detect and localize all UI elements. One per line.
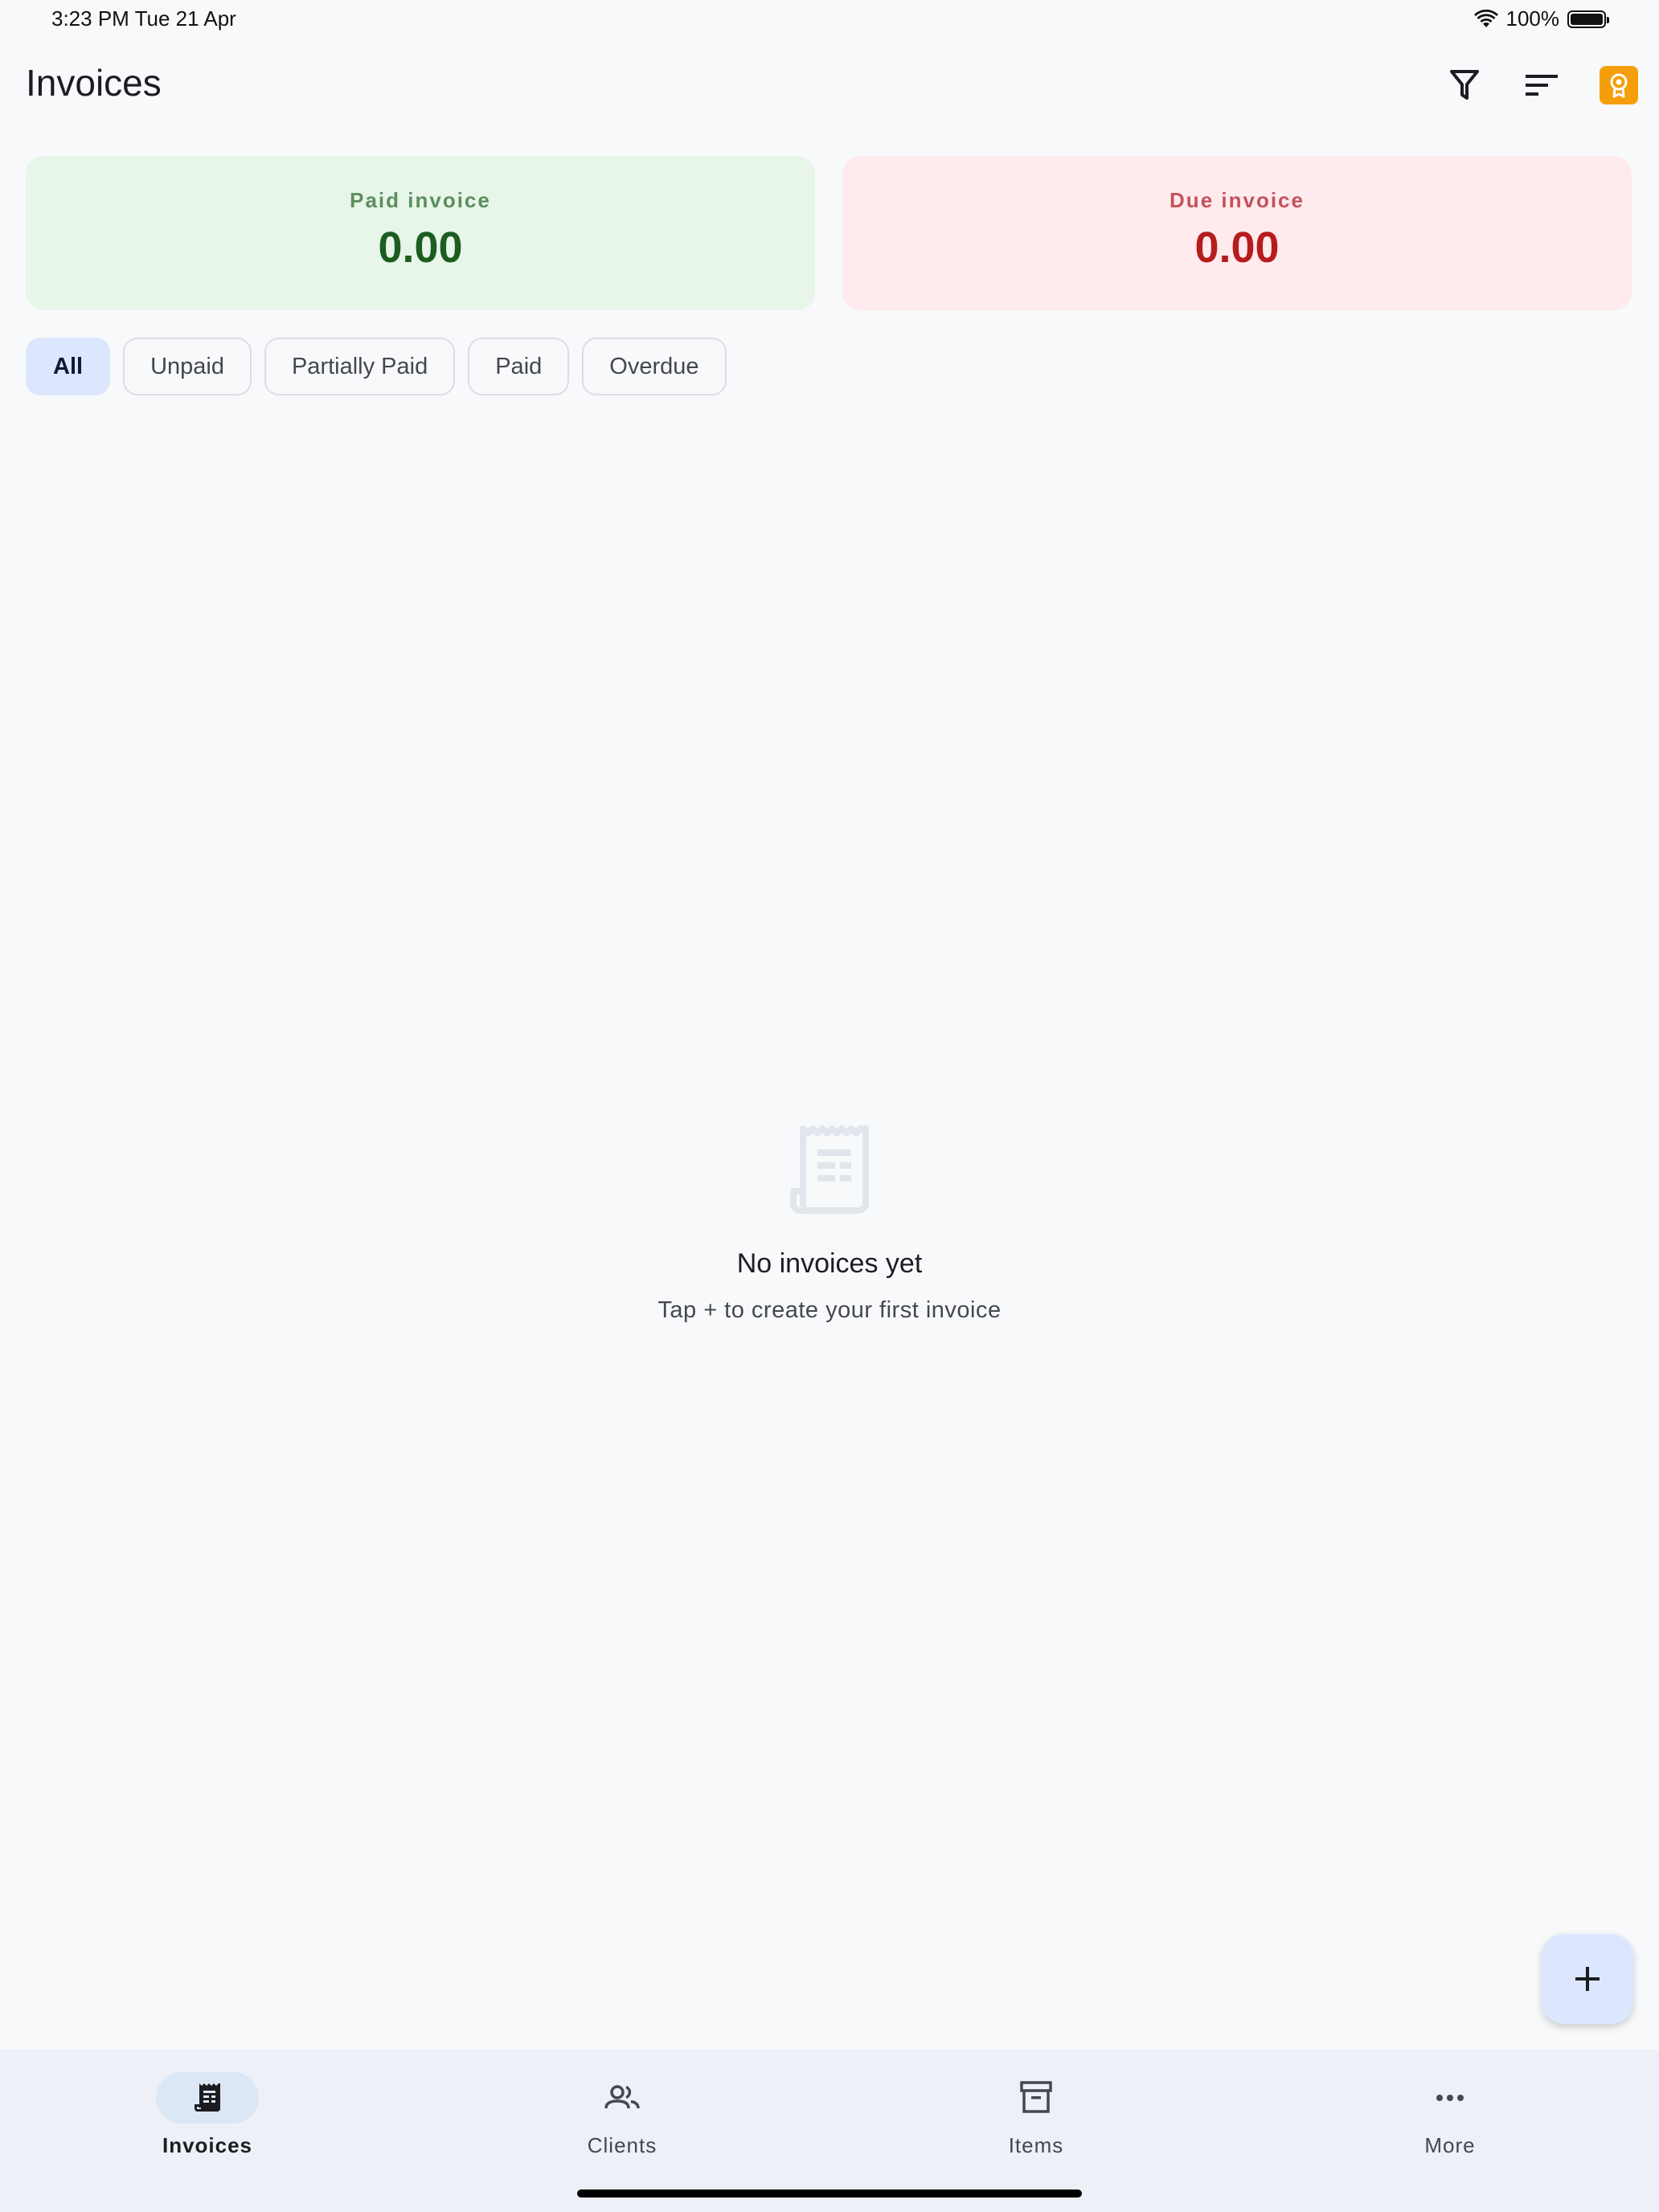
nav-item-more[interactable]: More (1329, 2072, 1571, 2158)
archive-box-icon (1020, 2081, 1052, 2113)
more-horizontal-icon (1436, 2095, 1464, 2101)
nav-item-invoices[interactable]: Invoices (87, 2072, 328, 2158)
people-icon (604, 2085, 640, 2109)
filter-button[interactable] (1440, 61, 1489, 109)
battery-icon (1567, 10, 1609, 28)
nav-icon-container (985, 2072, 1088, 2124)
nav-icon-container (571, 2072, 674, 2124)
due-invoice-label: Due invoice (1169, 188, 1305, 212)
chip-all[interactable]: All (26, 338, 111, 395)
page-title: Invoices (26, 62, 162, 104)
nav-label-invoices: Invoices (162, 2133, 253, 2157)
empty-state-title: No invoices yet (736, 1248, 923, 1279)
wifi-icon (1473, 9, 1498, 27)
home-indicator[interactable] (577, 2189, 1082, 2198)
plus-icon (1575, 1967, 1600, 1991)
app-bar: Invoices (0, 56, 1659, 114)
status-bar: 3:23 PM Tue 21 Apr 100% (0, 0, 1659, 39)
empty-state-subtitle: Tap + to create your first invoice (657, 1297, 1002, 1323)
paid-invoice-card: Paid invoice 0.00 (26, 156, 815, 310)
premium-badge-icon (1610, 73, 1628, 98)
empty-state: No invoices yet Tap + to create your fir… (0, 1125, 1659, 1324)
sort-button[interactable] (1518, 61, 1566, 109)
status-time: 3:23 PM Tue 21 Apr (51, 6, 236, 31)
premium-button[interactable] (1600, 66, 1638, 104)
chip-paid[interactable]: Paid (468, 338, 570, 395)
nav-label-items: Items (1008, 2133, 1064, 2157)
nav-item-items[interactable]: Items (916, 2072, 1157, 2158)
nav-label-clients: Clients (587, 2133, 657, 2157)
sort-icon (1526, 75, 1558, 96)
status-filter-chips: All Unpaid Partially Paid Paid Overdue (26, 338, 727, 395)
add-invoice-button[interactable] (1542, 1934, 1633, 2024)
chip-partially-paid[interactable]: Partially Paid (264, 338, 456, 395)
battery-percent: 100% (1505, 6, 1560, 31)
chip-overdue[interactable]: Overdue (582, 338, 727, 395)
nav-label-more: More (1424, 2133, 1476, 2157)
paid-invoice-value: 0.00 (378, 223, 463, 272)
due-invoice-card: Due invoice 0.00 (842, 156, 1632, 310)
paid-invoice-label: Paid invoice (350, 188, 491, 212)
nav-item-clients[interactable]: Clients (502, 2072, 743, 2158)
due-invoice-value: 0.00 (1194, 223, 1280, 272)
invoices-screen: 3:23 PM Tue 21 Apr 100% Invoices Paid in… (0, 0, 1659, 2212)
nav-icon-container (1399, 2072, 1501, 2124)
receipt-icon (195, 2083, 220, 2112)
filter-icon (1450, 70, 1479, 100)
chip-unpaid[interactable]: Unpaid (123, 338, 252, 395)
nav-icon-container (156, 2072, 259, 2124)
status-indicators: 100% (1473, 6, 1609, 31)
receipt-icon (790, 1125, 869, 1214)
bottom-navigation: Invoices Clients Items More (0, 2050, 1659, 2212)
